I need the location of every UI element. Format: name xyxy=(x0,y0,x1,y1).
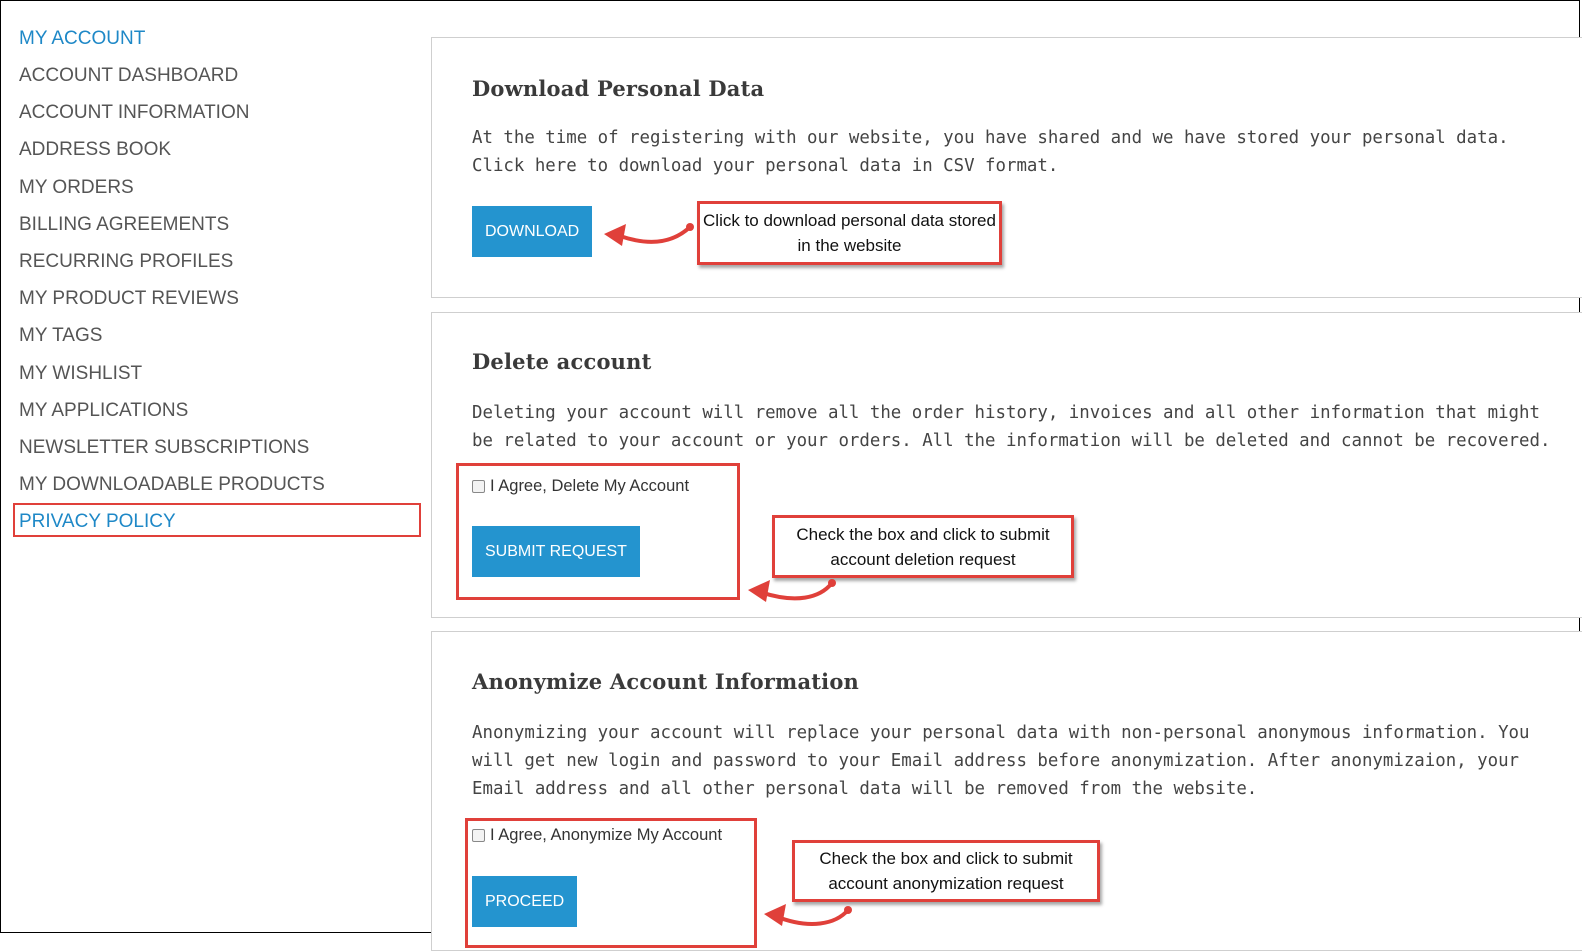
delete-controls-highlight xyxy=(456,463,740,600)
delete-description: Deleting your account will remove all th… xyxy=(472,403,1551,451)
privacy-policy-highlight xyxy=(13,503,421,537)
sidebar-item-my-orders[interactable]: MY ORDERS xyxy=(19,175,419,212)
anonymize-description: Anonymizing your account will replace yo… xyxy=(472,723,1530,799)
download-title: Download Personal Data xyxy=(472,76,765,101)
sidebar-item-my-tags[interactable]: MY TAGS xyxy=(19,323,419,360)
sidebar-item-account-information[interactable]: ACCOUNT INFORMATION xyxy=(19,100,419,137)
download-data-panel: Download Personal Data At the time of re… xyxy=(431,37,1582,298)
sidebar-item-newsletter-subscriptions[interactable]: NEWSLETTER SUBSCRIPTIONS xyxy=(19,435,419,472)
anonymize-title: Anonymize Account Information xyxy=(472,669,860,694)
sidebar-item-my-product-reviews[interactable]: MY PRODUCT REVIEWS xyxy=(19,286,419,323)
anonymize-controls-highlight xyxy=(465,818,757,948)
download-button[interactable]: DOWNLOAD xyxy=(472,206,593,257)
anonymize-annotation: Check the box and click to submit accoun… xyxy=(792,840,1100,902)
download-annotation-text: Click to download personal data stored i… xyxy=(703,211,996,255)
sidebar-item-billing-agreements[interactable]: BILLING AGREEMENTS xyxy=(19,212,419,249)
download-annotation: Click to download personal data stored i… xyxy=(697,201,1002,265)
delete-annotation-text: Check the box and click to submit accoun… xyxy=(796,524,1050,569)
delete-title: Delete account xyxy=(472,349,652,374)
sidebar-title: MY ACCOUNT xyxy=(19,28,146,49)
delete-annotation: Check the box and click to submit accoun… xyxy=(772,515,1074,578)
sidebar-item-address-book[interactable]: ADDRESS BOOK xyxy=(19,137,419,174)
download-description: At the time of registering with our webs… xyxy=(472,128,1509,176)
sidebar-item-account-dashboard[interactable]: ACCOUNT DASHBOARD xyxy=(19,63,419,100)
anonymize-annotation-text: Check the box and click to submit accoun… xyxy=(819,849,1073,893)
sidebar-item-my-wishlist[interactable]: MY WISHLIST xyxy=(19,361,419,398)
sidebar-item-recurring-profiles[interactable]: RECURRING PROFILES xyxy=(19,249,419,286)
account-sidebar: MY ACCOUNT ACCOUNT DASHBOARD ACCOUNT INF… xyxy=(19,26,419,546)
sidebar-item-my-applications[interactable]: MY APPLICATIONS xyxy=(19,398,419,435)
